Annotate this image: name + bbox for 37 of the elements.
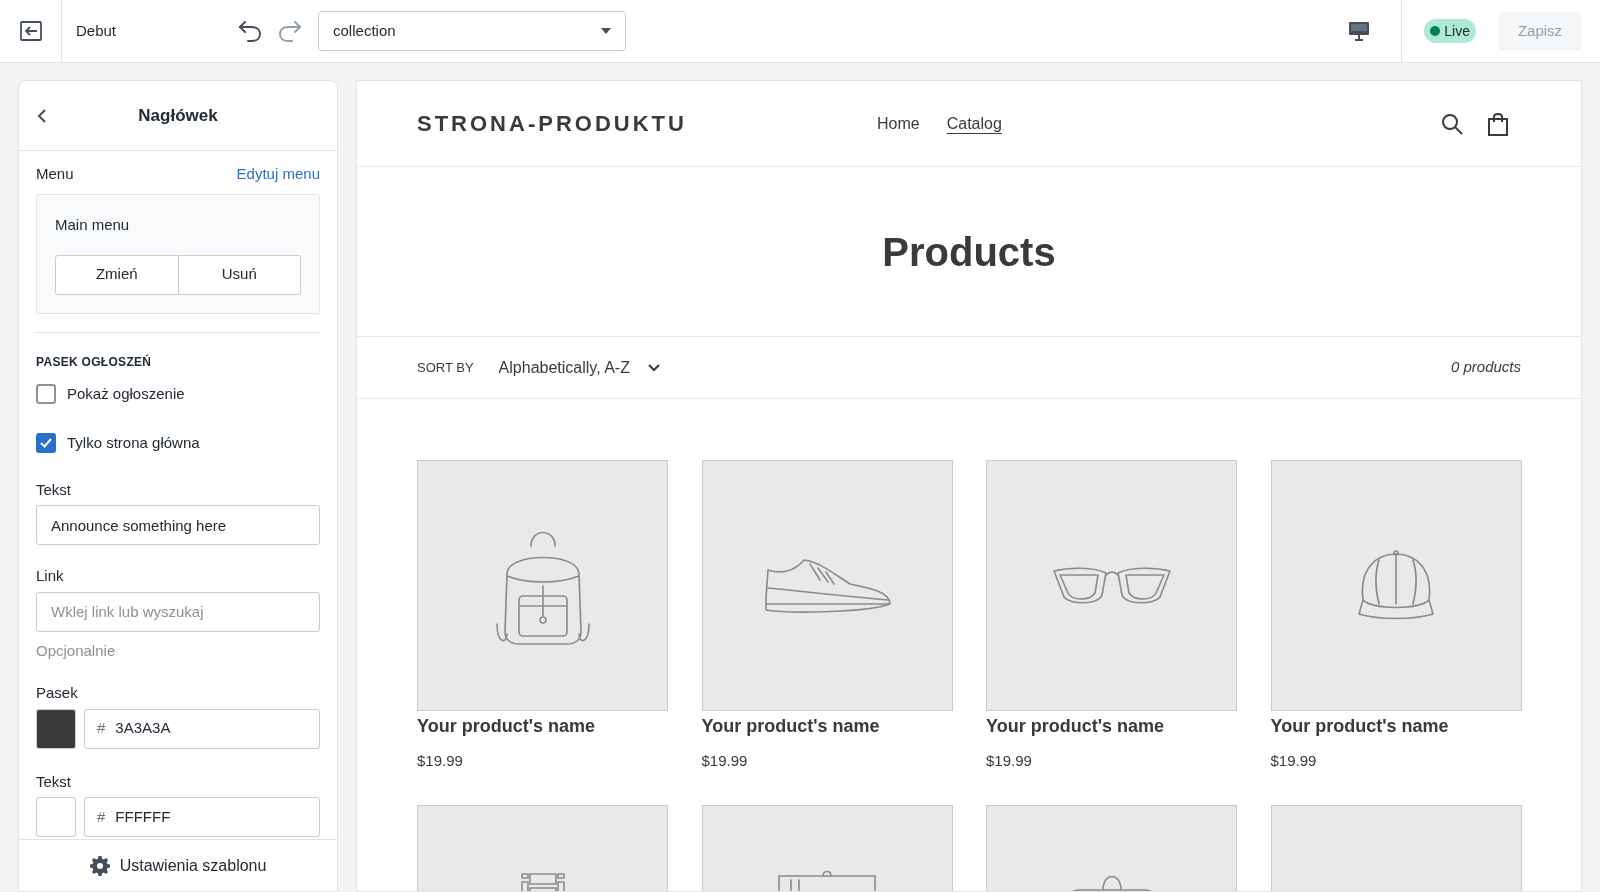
menu-action-button[interactable]: Zmień — [55, 254, 179, 295]
theme-name: Debut — [76, 20, 117, 41]
product-name[interactable]: Your product's name — [701, 713, 952, 740]
nav-link[interactable]: Home — [877, 111, 920, 136]
product-price: $19.99 — [417, 751, 464, 771]
hex-field[interactable]: # FFFFFF — [84, 797, 320, 837]
panel-title: Nagłówek — [138, 104, 218, 127]
product-count: 0 products — [1450, 357, 1521, 378]
store-logo[interactable]: STRONA-PRODUKTU — [417, 107, 877, 140]
field-label: Link — [36, 566, 65, 586]
menu-action-button[interactable]: Usuń — [178, 254, 301, 295]
product-price: $19.99 — [701, 751, 749, 771]
product-price: $19.99 — [986, 751, 1033, 771]
live-badge: Live — [1424, 19, 1476, 43]
nav-link[interactable]: Catalog — [946, 111, 1002, 136]
product-name[interactable]: Your product's name — [417, 713, 668, 740]
text-field[interactable]: Announce something here — [36, 505, 320, 545]
product-name[interactable]: Your product's name — [986, 713, 1237, 740]
sort-select[interactable]: Alphabetically, A-Z — [498, 355, 660, 380]
template-select[interactable]: collection — [318, 11, 627, 51]
edit-menu-link[interactable]: Edytuj menu — [236, 163, 320, 186]
menu-label: Menu — [36, 164, 74, 184]
field-label: Tekst — [36, 771, 72, 792]
section-heading: PASEK OGŁOSZEŃ — [36, 353, 153, 371]
menu-name: Main menu — [55, 215, 130, 233]
page-heading: Products — [882, 228, 1056, 276]
hex-field[interactable]: # 3A3A3A — [84, 708, 320, 749]
help-text: Opcjonalnie — [36, 640, 117, 661]
theme-settings-button[interactable]: Ustawienia szablonu — [19, 839, 337, 891]
product-name[interactable]: Your product's name — [1270, 713, 1521, 740]
field-label: Pasek — [36, 683, 79, 703]
product-price: $19.99 — [1270, 751, 1318, 771]
checkbox-label: Tylko strona główna — [67, 433, 200, 453]
sort-label: SORT BY — [417, 358, 474, 377]
checkbox-label: Pokaż ogłoszenie — [67, 383, 185, 404]
link-field[interactable]: Wklej link lub wyszukaj — [36, 591, 320, 632]
field-label: Tekst — [36, 479, 72, 500]
